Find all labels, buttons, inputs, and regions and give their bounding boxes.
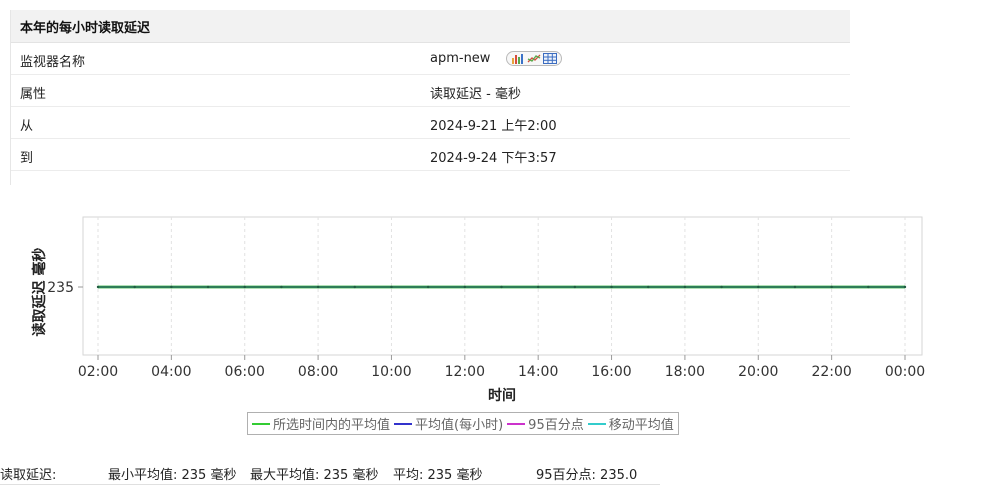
x-tick-labels: 02:00 04:00 06:00 08:00 10:00 12:00 14:00 16:00… <box>78 355 925 380</box>
x-tick-label: 02:00 <box>78 364 118 380</box>
legend-swatch <box>394 422 413 425</box>
legend-item[interactable]: 95百分点 <box>507 414 584 433</box>
data-point <box>903 285 907 289</box>
data-point <box>280 285 283 289</box>
y-axis-label: 读取延迟 毫秒 <box>31 248 48 337</box>
row-label: 监视器名称 <box>20 55 86 70</box>
data-point <box>720 285 723 289</box>
legend-item[interactable]: 平均值(每小时) <box>394 414 503 433</box>
data-point <box>206 285 210 289</box>
x-tick-label: 04:00 <box>151 364 191 380</box>
x-tick-label: 22:00 <box>811 364 851 380</box>
x-tick-label: 18:00 <box>665 364 705 380</box>
x-tick-label: 14:00 <box>518 364 558 380</box>
data-point <box>463 285 467 289</box>
row-value: 2024-9-24 下午3:57 <box>430 151 557 166</box>
data-point <box>536 285 540 289</box>
summary-bar: 读取延迟: 最小平均值: 235 毫秒 最大平均值: 235 毫秒 平均: 23… <box>0 464 660 485</box>
latency-chart: 02:00 04:00 06:00 08:00 10:00 12:00 14:00 16:00… <box>31 216 925 404</box>
x-tick-label: 16:00 <box>591 364 631 380</box>
row-from: 从 2024-9-21 上午2:00 <box>11 107 850 139</box>
x-tick-label: 00:00 <box>885 364 925 380</box>
panel-title: 本年的每小时读取延迟 <box>11 10 850 43</box>
legend-label: 平均值(每小时) <box>415 418 504 433</box>
summary-p95: 95百分点: 235.0 <box>536 468 638 483</box>
data-point <box>96 285 100 289</box>
legend-label: 95百分点 <box>528 418 584 433</box>
data-point <box>243 285 246 289</box>
data-point <box>500 285 503 289</box>
data-point <box>683 285 687 289</box>
legend-swatch <box>252 422 270 425</box>
data-point <box>647 285 650 289</box>
x-tick-label: 08:00 <box>298 364 338 380</box>
chart-legend: 所选时间内的平均值 平均值(每小时) 95百分点 移动平均值 <box>247 412 679 435</box>
bar-chart-icon[interactable] <box>511 53 525 64</box>
data-point <box>610 285 613 289</box>
row-value: apm-new <box>430 51 563 66</box>
row-label: 属性 <box>20 87 47 102</box>
row-value: 读取延迟 - 毫秒 <box>430 87 521 102</box>
info-panel: 本年的每小时读取延迟 监视器名称 apm-new 属性 读取延迟 - 毫秒 从 … <box>10 10 850 185</box>
row-value: 2024-9-21 上午2:00 <box>430 119 557 134</box>
monitor-name-value: apm-new <box>430 51 491 66</box>
series-lines <box>96 285 907 289</box>
data-point <box>757 285 760 289</box>
data-point <box>830 285 833 289</box>
row-attribute: 属性 读取延迟 - 毫秒 <box>11 75 850 107</box>
row-to: 到 2024-9-24 下午3:57 <box>11 139 850 171</box>
y-tick-label: 235 <box>47 280 74 296</box>
data-point <box>316 285 320 289</box>
data-point <box>793 285 797 289</box>
view-switch-buttons[interactable] <box>506 51 563 66</box>
summary-avg: 平均: 235 毫秒 <box>393 468 483 483</box>
summary-min-avg: 最小平均值: 235 毫秒 <box>108 468 237 483</box>
legend-item[interactable]: 移动平均值 <box>587 414 674 433</box>
row-label: 到 <box>20 151 34 166</box>
legend-label: 所选时间内的平均值 <box>273 418 391 433</box>
legend-swatch <box>587 422 606 425</box>
data-point <box>867 285 870 289</box>
data-point <box>573 285 577 289</box>
data-point <box>426 285 430 289</box>
legend-swatch <box>507 422 526 425</box>
legend-item[interactable]: 所选时间内的平均值 <box>252 414 390 433</box>
line-chart-icon[interactable] <box>527 53 541 64</box>
x-tick-label: 20:00 <box>738 364 778 380</box>
x-tick-label: 06:00 <box>225 364 265 380</box>
x-axis-label: 时间 <box>488 387 516 404</box>
table-icon[interactable] <box>543 53 558 64</box>
row-monitor-name: 监视器名称 apm-new <box>11 43 850 75</box>
data-point <box>353 285 356 289</box>
x-tick-label: 12:00 <box>445 364 485 380</box>
data-point <box>133 285 136 289</box>
summary-label: 读取延迟: <box>0 468 57 483</box>
data-point <box>170 285 173 289</box>
x-tick-label: 10:00 <box>371 364 411 380</box>
row-label: 从 <box>20 119 34 134</box>
summary-max-avg: 最大平均值: 235 毫秒 <box>250 468 379 483</box>
data-point <box>390 285 393 289</box>
legend-label: 移动平均值 <box>608 418 674 433</box>
